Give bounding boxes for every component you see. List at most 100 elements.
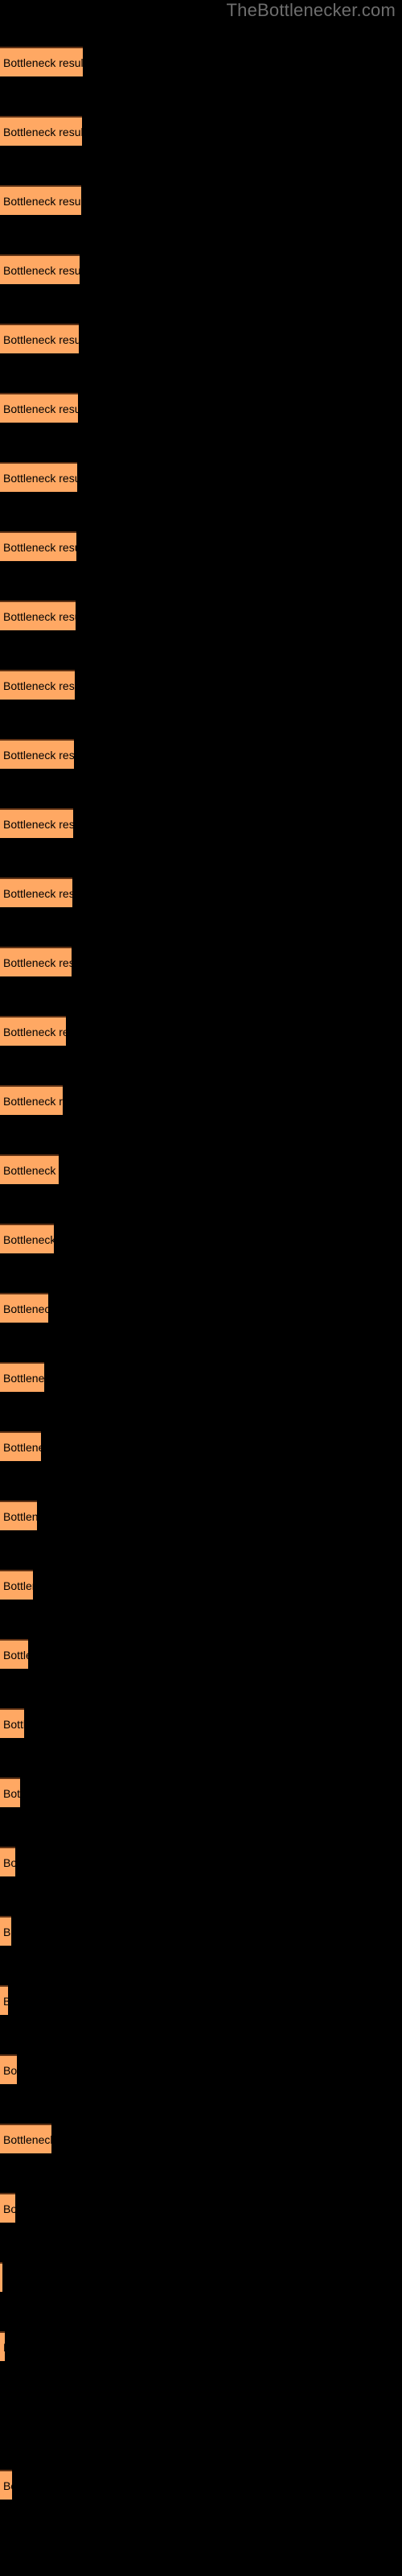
- bottleneck-result-bar[interactable]: Bottleneck result: [0, 2262, 2, 2292]
- bottleneck-result-bar[interactable]: Bottleneck result: [0, 47, 83, 76]
- bar-label: Bottleneck result: [3, 1856, 15, 1869]
- bar-row: Bottleneck result: [0, 601, 402, 630]
- bar-label: Bottleneck result: [3, 1509, 37, 1523]
- bar-row: Bottleneck result: [0, 324, 402, 353]
- bar-row: Bottleneck result: [0, 1777, 402, 1807]
- bar-row: Bottleneck result: [0, 1293, 402, 1323]
- bar-label: Bottleneck result: [3, 886, 72, 900]
- bar-row: Bottleneck result: [0, 2124, 402, 2153]
- bar-row: Bottleneck result: [0, 808, 402, 838]
- bottleneck-result-bar[interactable]: Bottleneck result: [0, 1293, 48, 1323]
- bar-label: Bottleneck result: [3, 1648, 28, 1662]
- bar-label: Bottleneck result: [3, 1163, 59, 1177]
- bar-row: Bottleneck result: [0, 877, 402, 907]
- bottleneck-result-bar[interactable]: Bottleneck result: [0, 1570, 33, 1600]
- bar-label: Bottleneck result: [3, 1094, 63, 1108]
- bar-row: Bottleneck result: [0, 739, 402, 769]
- bottleneck-result-bar[interactable]: Bottleneck result: [0, 116, 82, 146]
- bar-label: Bottleneck result: [3, 2063, 17, 2077]
- bar-label: Bottleneck result: [3, 679, 75, 692]
- bar-label: Bottleneck result: [3, 402, 78, 415]
- bottleneck-result-bar[interactable]: Bottleneck result: [0, 1777, 20, 1807]
- bottleneck-result-bar[interactable]: Bottleneck result: [0, 670, 75, 700]
- bar-row: Bottleneck result: [0, 1362, 402, 1392]
- bar-label: Bottleneck result: [3, 817, 73, 831]
- bottleneck-result-bar[interactable]: Bottleneck result: [0, 1431, 41, 1461]
- bottleneck-result-bar[interactable]: Bottleneck result: [0, 2331, 5, 2361]
- bottleneck-result-bar[interactable]: Bottleneck result: [0, 1639, 28, 1669]
- bar-row: Bottleneck result: [0, 1639, 402, 1669]
- bar-row: Bottleneck result: [0, 462, 402, 492]
- bottleneck-result-bar[interactable]: Bottleneck result: [0, 1501, 37, 1530]
- bar-row: Bottleneck result: [0, 1431, 402, 1461]
- bottleneck-result-bar[interactable]: Bottleneck result: [0, 1016, 66, 1046]
- bar-label: Bottleneck result: [3, 1440, 41, 1454]
- bar-label: Bottleneck result: [3, 2202, 15, 2215]
- bar-label: Bottleneck result: [3, 540, 76, 554]
- bar-label: Bottleneck result: [3, 1371, 44, 1385]
- bar-row: Bottleneck result: [0, 1570, 402, 1600]
- bottleneck-result-bar[interactable]: Bottleneck result: [0, 739, 74, 769]
- bottleneck-result-bar[interactable]: Bottleneck result: [0, 254, 80, 284]
- bottleneck-result-bar[interactable]: Bottleneck result: [0, 324, 79, 353]
- bottleneck-result-bar[interactable]: Bottleneck result: [0, 2124, 51, 2153]
- bar-label: Bottleneck result: [3, 609, 76, 623]
- bar-label: Bottleneck result: [3, 125, 82, 138]
- bar-label: Bottleneck result: [3, 1786, 20, 1800]
- bottleneck-result-bar[interactable]: Bottleneck result: [0, 947, 72, 976]
- bar-label: Bottleneck result: [3, 1302, 48, 1315]
- bar-label: Bottleneck result: [3, 2341, 5, 2354]
- bottleneck-result-bar[interactable]: Bottleneck result: [0, 1708, 24, 1738]
- bar-row: Bottleneck result: [0, 116, 402, 146]
- bottleneck-result-bar[interactable]: Bottleneck result: [0, 393, 78, 423]
- bar-row: Bottleneck result: [0, 1016, 402, 1046]
- bar-label: Bottleneck result: [3, 1579, 33, 1592]
- bar-row: Bottleneck result: [0, 185, 402, 215]
- bottleneck-bar-chart: Bottleneck result Bottleneck result Bottle…: [0, 0, 402, 2576]
- bar-row: Bottleneck result: [0, 2470, 402, 2500]
- bottleneck-result-bar[interactable]: Bottleneck result: [0, 601, 76, 630]
- bar-row: Bottleneck result: [0, 1847, 402, 1876]
- bottleneck-result-bar[interactable]: Bottleneck result: [0, 1916, 11, 1946]
- bar-label: Bottleneck result: [3, 748, 74, 762]
- bar-row: Bottleneck result: [0, 1985, 402, 2015]
- bottleneck-result-bar[interactable]: Bottleneck result: [0, 531, 76, 561]
- bar-label: Bottleneck result: [3, 332, 79, 346]
- bar-row: Bottleneck result: [0, 1501, 402, 1530]
- bar-label: Bottleneck result: [3, 1925, 11, 1938]
- bottleneck-result-bar[interactable]: Bottleneck result: [0, 1847, 15, 1876]
- bar-row: Bottleneck result: [0, 1708, 402, 1738]
- bar-label: Bottleneck result: [3, 1995, 8, 2008]
- bar-label: Bottleneck result: [3, 2132, 51, 2146]
- bar-label: Bottleneck result: [3, 56, 83, 69]
- bar-row: Bottleneck result: [0, 2331, 402, 2361]
- bar-label: Bottleneck result: [3, 1232, 54, 1246]
- bar-label: Bottleneck result: [3, 1717, 24, 1731]
- bar-row: Bottleneck result: [0, 947, 402, 976]
- bar-row: Bottleneck result: [0, 2262, 402, 2292]
- bar-label: Bottleneck result: [3, 2479, 12, 2492]
- bar-row: Bottleneck result: [0, 1916, 402, 1946]
- bottleneck-result-bar[interactable]: Bottleneck result: [0, 2470, 12, 2500]
- bottleneck-result-bar[interactable]: Bottleneck result: [0, 462, 77, 492]
- bottleneck-result-bar[interactable]: Bottleneck result: [0, 1085, 63, 1115]
- bottleneck-result-bar[interactable]: Bottleneck result: [0, 1154, 59, 1184]
- bottleneck-result-bar[interactable]: Bottleneck result: [0, 185, 81, 215]
- bar-label: Bottleneck result: [3, 194, 81, 208]
- bottleneck-result-bar[interactable]: Bottleneck result: [0, 1985, 8, 2015]
- bar-row: Bottleneck result: [0, 2054, 402, 2084]
- bottleneck-result-bar[interactable]: Bottleneck result: [0, 877, 72, 907]
- bottleneck-result-bar[interactable]: Bottleneck result: [0, 1362, 44, 1392]
- bar-row: Bottleneck result: [0, 531, 402, 561]
- bottleneck-result-bar[interactable]: Bottleneck result: [0, 2193, 15, 2223]
- bottleneck-result-bar[interactable]: Bottleneck result: [0, 808, 73, 838]
- bottleneck-result-bar[interactable]: Bottleneck result: [0, 2054, 17, 2084]
- bar-row: Bottleneck result: [0, 1085, 402, 1115]
- bar-label: Bottleneck result: [3, 471, 77, 485]
- bar-row: Bottleneck result: [0, 670, 402, 700]
- bar-label: Bottleneck result: [3, 956, 72, 969]
- bottleneck-result-bar[interactable]: Bottleneck result: [0, 1224, 54, 1253]
- bar-row: Bottleneck result: [0, 1224, 402, 1253]
- bar-label: Bottleneck result: [3, 263, 80, 277]
- bar-row: Bottleneck result: [0, 1154, 402, 1184]
